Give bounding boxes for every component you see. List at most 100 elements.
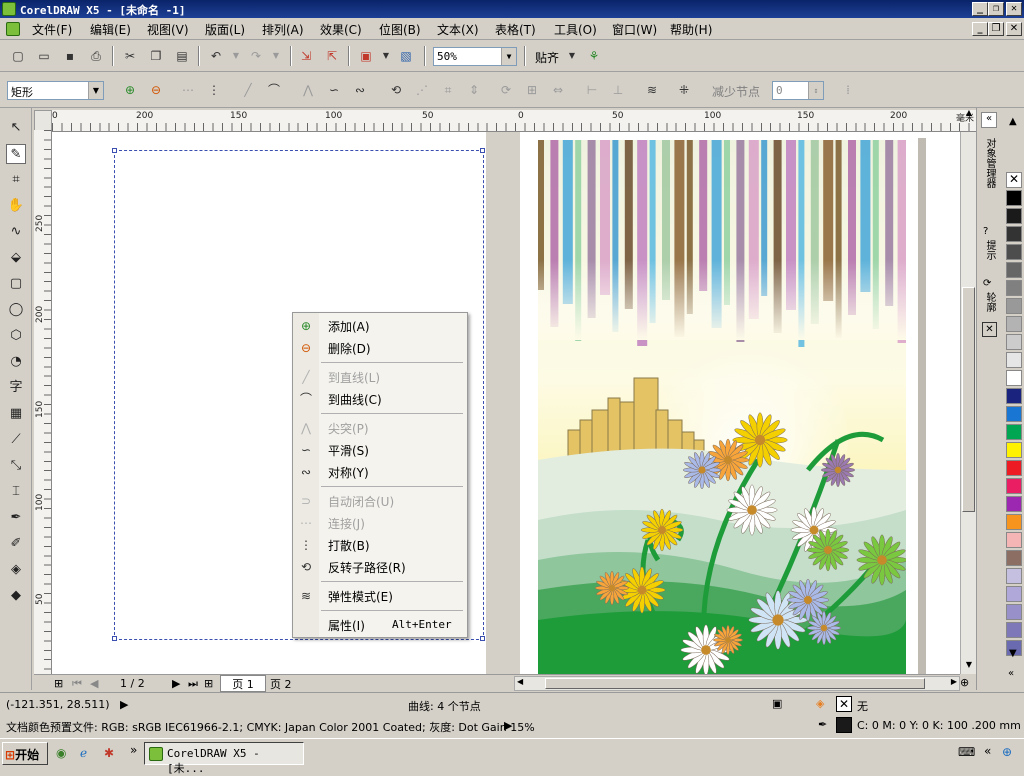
- menu-arrange[interactable]: 排列(A): [262, 21, 304, 38]
- smart-fill-icon[interactable]: ⬙: [6, 248, 26, 268]
- color-swatch[interactable]: [1006, 370, 1022, 386]
- prev-page-icon[interactable]: ◀: [90, 677, 98, 690]
- keyboard-icon[interactable]: ⌨: [958, 745, 975, 759]
- color-swatch[interactable]: [1006, 460, 1022, 476]
- navigator-icon[interactable]: ⊕: [960, 676, 969, 689]
- menu-layout[interactable]: 版面(L): [205, 21, 245, 38]
- expand-quicklaunch-icon[interactable]: »: [130, 743, 137, 757]
- start-button[interactable]: ⊞开始: [2, 742, 48, 765]
- menu-item-reverse-subpath[interactable]: 反转子路径(R): [328, 559, 406, 576]
- new-icon[interactable]: ▢: [10, 48, 26, 64]
- menu-item-add[interactable]: 添加(A): [328, 318, 370, 335]
- app-quicklaunch-icon[interactable]: ✱: [104, 746, 114, 760]
- palette-scroll-down-icon[interactable]: ▼: [1009, 648, 1017, 659]
- scroll-thumb[interactable]: [962, 287, 975, 512]
- color-swatch[interactable]: [1006, 298, 1022, 314]
- menu-window[interactable]: 窗口(W): [612, 21, 657, 38]
- menu-tools[interactable]: 工具(O): [554, 21, 597, 38]
- node-handle[interactable]: [480, 636, 485, 641]
- interactive-fill-icon[interactable]: ◆: [6, 586, 26, 606]
- freehand-tool-icon[interactable]: ∿: [6, 222, 26, 242]
- menu-effects[interactable]: 效果(C): [320, 21, 362, 38]
- add-page-after-icon[interactable]: ⊞: [204, 677, 213, 690]
- add-node-icon[interactable]: ⊕: [122, 82, 138, 98]
- ie-icon[interactable]: ℯ: [80, 746, 87, 760]
- color-swatch[interactable]: [1006, 244, 1022, 260]
- color-swatch[interactable]: [1006, 514, 1022, 530]
- open-icon[interactable]: ▭: [36, 48, 52, 64]
- undo-icon[interactable]: ↶: [208, 48, 224, 64]
- color-swatch[interactable]: [1006, 262, 1022, 278]
- color-profile-info[interactable]: 文档颜色预置文件: RGB: sRGB IEC61966-2.1; CMYK: …: [6, 719, 535, 735]
- ellipse-tool-icon[interactable]: ◯: [6, 300, 26, 320]
- color-swatch[interactable]: [1006, 190, 1022, 206]
- menu-item-to-curve[interactable]: 到曲线(C): [328, 391, 382, 408]
- menu-item-break[interactable]: 打散(B): [328, 537, 370, 554]
- scroll-right-icon[interactable]: ▶: [951, 677, 957, 686]
- scroll-up-icon[interactable]: ▲: [962, 108, 976, 122]
- menu-edit[interactable]: 编辑(E): [90, 21, 131, 38]
- break-curve-icon[interactable]: ⋮: [206, 82, 222, 98]
- node-handle[interactable]: [112, 148, 117, 153]
- outline-icon[interactable]: ⟳: [983, 278, 991, 289]
- hscroll-thumb[interactable]: [545, 678, 925, 689]
- horizontal-scrollbar[interactable]: ◀ ▶: [514, 676, 960, 691]
- close-docker-icon[interactable]: ✕: [982, 322, 997, 337]
- launcher-dropdown-icon[interactable]: ▼: [378, 48, 394, 64]
- palette-scroll-up-icon[interactable]: ▲: [1009, 116, 1017, 127]
- menu-bitmaps[interactable]: 位图(B): [379, 21, 421, 38]
- stretch-icon[interactable]: ⇕: [466, 82, 482, 98]
- expand-status-icon[interactable]: ▶: [120, 698, 128, 711]
- reflect-icon[interactable]: ⇔: [550, 82, 566, 98]
- welcome-screen-icon[interactable]: ▧: [398, 48, 414, 64]
- zoom-tool-icon[interactable]: ✋: [6, 196, 26, 216]
- reflect-v-icon[interactable]: ⊥: [610, 82, 626, 98]
- text-tool-icon[interactable]: 字: [6, 378, 26, 398]
- next-page-icon[interactable]: ▶: [172, 677, 180, 690]
- close-button[interactable]: ✕: [1006, 2, 1022, 16]
- scroll-left-icon[interactable]: ◀: [517, 677, 523, 686]
- menu-item-elastic-mode[interactable]: 弹性模式(E): [328, 588, 393, 605]
- color-swatch[interactable]: [1006, 406, 1022, 422]
- task-coreldraw[interactable]: CorelDRAW X5 - [未...: [144, 742, 304, 775]
- color-swatch[interactable]: [1006, 550, 1022, 566]
- color-swatch[interactable]: [1006, 334, 1022, 350]
- menu-file[interactable]: 文件(F): [32, 21, 72, 38]
- options-icon[interactable]: ⚘: [586, 48, 602, 64]
- extend-curve-icon[interactable]: ⋰: [414, 82, 430, 98]
- maximize-button[interactable]: ❐: [988, 2, 1004, 16]
- chrome-icon[interactable]: ◉: [56, 746, 66, 760]
- vertical-ruler[interactable]: 250 200 150 100 50: [34, 130, 52, 675]
- cusp-icon[interactable]: ⋀: [300, 82, 316, 98]
- color-swatch[interactable]: [1006, 316, 1022, 332]
- color-swatch[interactable]: [1006, 604, 1022, 620]
- vertical-scrollbar[interactable]: ▲ ▼: [960, 108, 976, 674]
- curve-smoothness-icon[interactable]: ⁞: [840, 82, 856, 98]
- dimension-tool-icon[interactable]: ⟋: [6, 430, 26, 450]
- poster-artwork[interactable]: [538, 140, 906, 674]
- menu-item-auto-close[interactable]: 自动闭合(U): [328, 493, 394, 510]
- ruler-origin[interactable]: [34, 110, 52, 132]
- redo-icon[interactable]: ↷: [248, 48, 264, 64]
- export-icon[interactable]: ⇱: [324, 48, 340, 64]
- delete-node-icon[interactable]: ⊖: [148, 82, 164, 98]
- color-swatch[interactable]: [1006, 208, 1022, 224]
- elastic-mode-icon[interactable]: ≋: [644, 82, 660, 98]
- color-swatch[interactable]: [1006, 496, 1022, 512]
- color-swatch[interactable]: [1006, 478, 1022, 494]
- last-page-icon[interactable]: ⏭: [188, 677, 198, 691]
- snap-to-label[interactable]: 贴齐: [535, 49, 559, 66]
- cut-icon[interactable]: ✂: [122, 48, 138, 64]
- hints-icon[interactable]: ?: [983, 226, 988, 237]
- color-swatch[interactable]: [1006, 352, 1022, 368]
- menu-item-cusp[interactable]: 尖突(P): [328, 420, 369, 437]
- menu-text[interactable]: 文本(X): [437, 21, 479, 38]
- horizontal-ruler[interactable]: 0 200 150 100 50 0 50 100 150 200 毫米: [52, 110, 976, 132]
- undo-dropdown-icon[interactable]: ▼: [228, 48, 244, 64]
- docker-tab-outline[interactable]: 轮廓: [983, 292, 995, 312]
- color-swatch[interactable]: [1006, 568, 1022, 584]
- paste-icon[interactable]: ▤: [174, 48, 190, 64]
- first-page-icon[interactable]: ⏮: [72, 677, 82, 691]
- minimize-button[interactable]: _: [972, 2, 988, 16]
- zoom-levels-combo[interactable]: 50% ▼: [433, 47, 517, 66]
